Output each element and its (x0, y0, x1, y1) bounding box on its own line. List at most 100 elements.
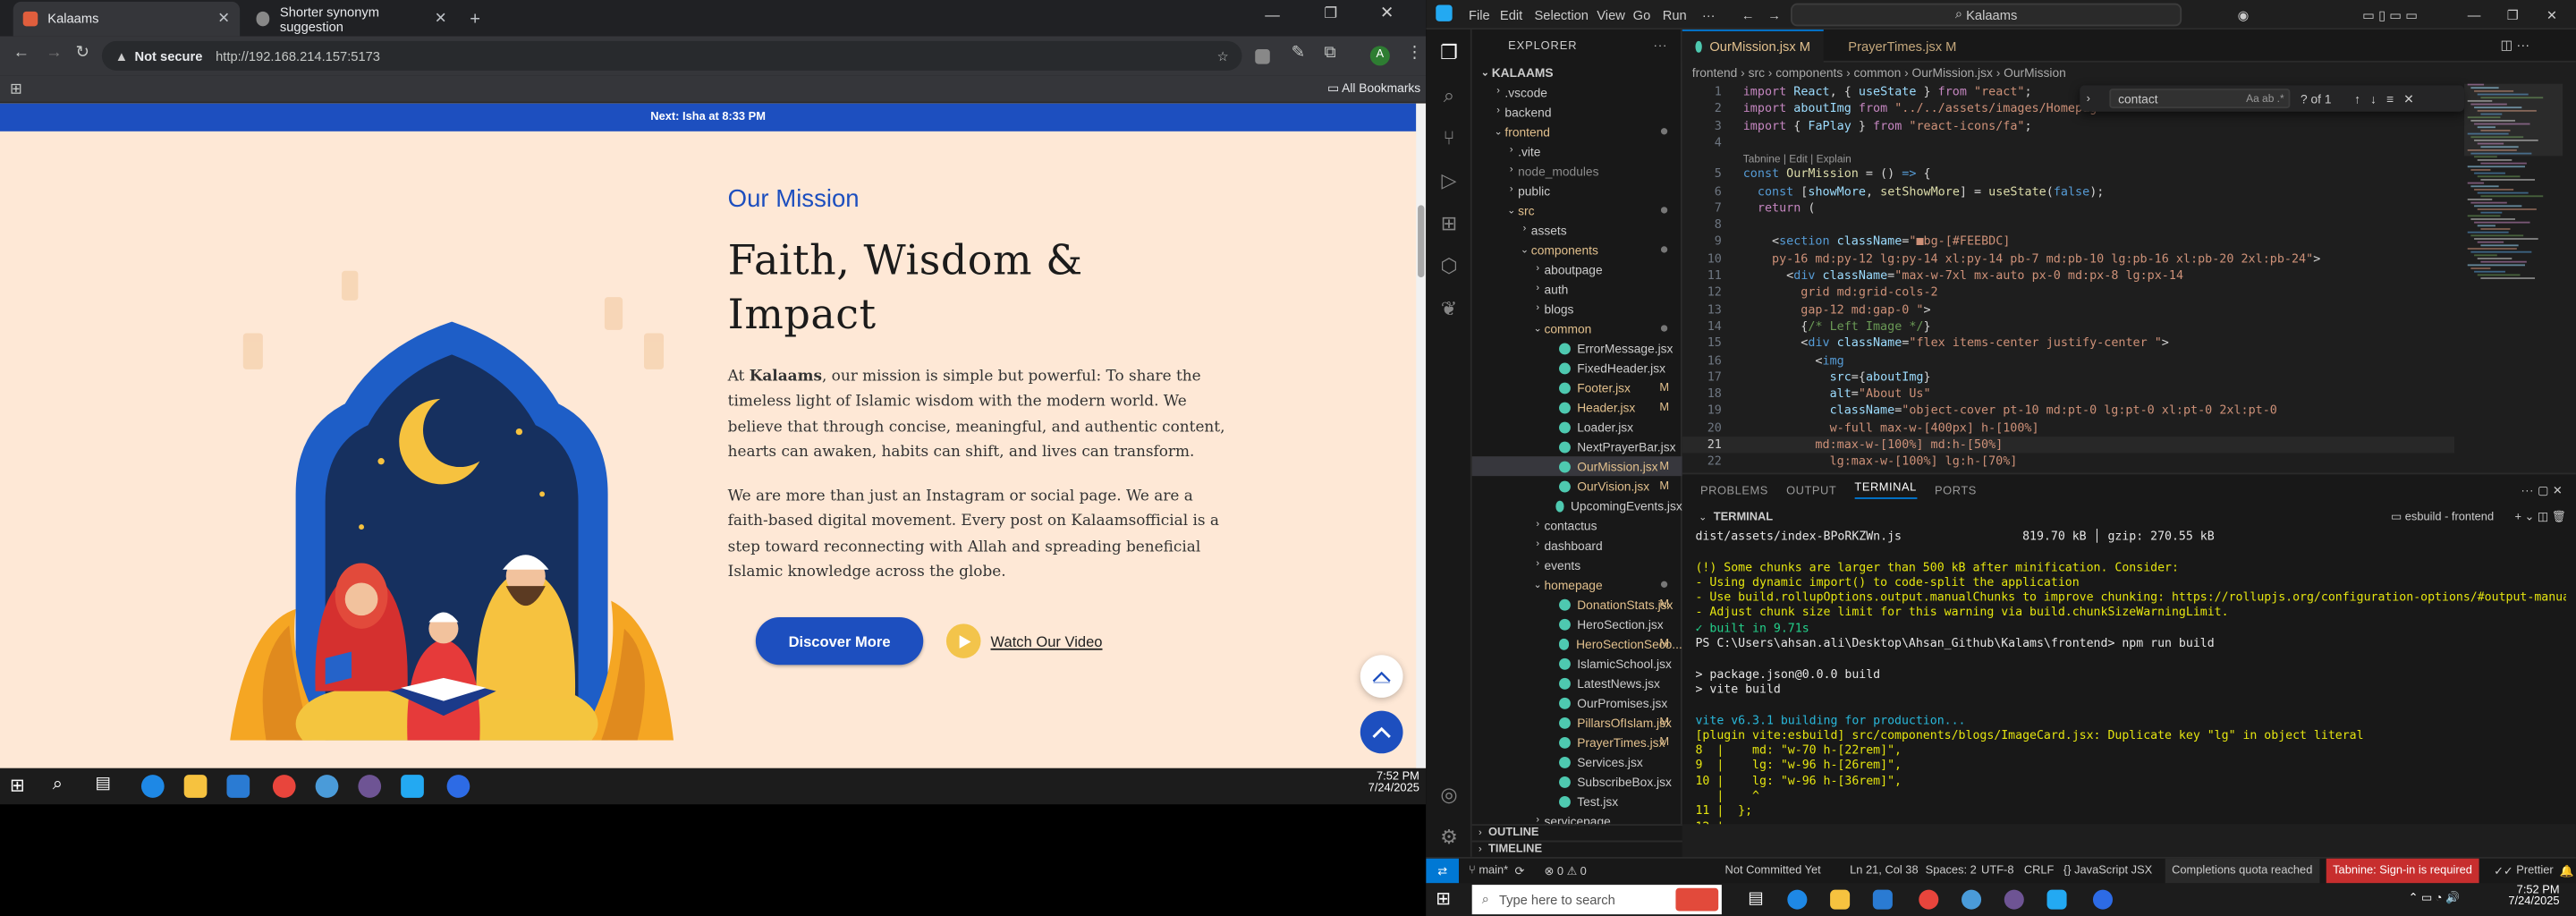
app-icon[interactable] (1962, 889, 1982, 910)
task-view-icon[interactable]: ▤ (1748, 890, 1771, 913)
windows-start-icon[interactable]: ⊞ (1436, 888, 1451, 910)
nav-forward-icon[interactable]: → (1767, 0, 1781, 30)
mongodb-leaf-icon[interactable]: ❦ (1436, 295, 1462, 321)
match-options-icon[interactable]: Aa ab .* (2246, 93, 2284, 105)
app-icon[interactable] (315, 775, 339, 798)
forward-icon[interactable]: → (46, 45, 62, 63)
profile-avatar[interactable]: A (1369, 46, 1390, 66)
tree-folder[interactable]: ⌄ frontend (1472, 122, 1682, 141)
tree-file[interactable]: OurMission.jsx M (1471, 456, 1682, 477)
notifications-bell-icon[interactable]: 🔔 (2560, 859, 2574, 884)
tree-folder[interactable]: › .vscode (1472, 82, 1682, 102)
branch-indicator[interactable]: ⑂ main* ⟳ (1469, 859, 1524, 884)
tree-file[interactable]: HeroSection.jsx (1472, 614, 1682, 633)
watch-video-link[interactable]: Watch Our Video (945, 624, 1103, 659)
window-restore-icon[interactable]: ❐ (2507, 0, 2519, 30)
tree-file[interactable]: Loader.jsx (1472, 417, 1682, 437)
cursor-position[interactable]: Ln 21, Col 38 (1850, 859, 1919, 884)
tree-file[interactable]: HeroSectionSeco... M (1472, 633, 1682, 653)
vscode-taskbar-icon[interactable] (401, 775, 424, 798)
back-icon[interactable]: ← (13, 45, 30, 63)
explorer-more-icon[interactable]: ··· (1654, 40, 1668, 52)
window-close-icon[interactable]: ✕ (1380, 5, 1394, 23)
editor-tab-active[interactable]: OurMission.jsx M (1682, 30, 1824, 63)
new-terminal-icon[interactable]: + ⌄ ◫ 🗑 (2514, 511, 2565, 524)
store-icon[interactable] (1872, 889, 1893, 910)
tree-file[interactable]: Header.jsx M (1472, 397, 1682, 417)
window-close-icon[interactable]: ✕ (2546, 0, 2557, 30)
system-tray-icons[interactable]: ⌃ ▭ ◔ 🔊 (2409, 891, 2460, 904)
terminal-instance[interactable]: ▭ esbuild - frontend (2391, 511, 2494, 524)
security-chip[interactable]: Not secure (134, 48, 202, 64)
tree-file[interactable]: SubscribeBox.jsx (1472, 771, 1682, 791)
tree-folder[interactable]: › aboutpage (1472, 259, 1682, 279)
tree-file[interactable]: PillarsOfIslam.jsx M (1472, 712, 1682, 732)
task-view-icon[interactable]: ▤ (96, 775, 119, 798)
tree-folder[interactable]: › .vite (1472, 141, 1682, 161)
store-icon[interactable] (226, 775, 250, 798)
minimap[interactable] (2464, 83, 2563, 473)
discover-more-button[interactable]: Discover More (755, 617, 924, 666)
problems-indicator[interactable]: ⊗ 0 ⚠ 0 (1544, 859, 1586, 884)
clock[interactable]: 7:52 PM 7/24/2025 (1347, 771, 1419, 794)
tree-folder[interactable]: ⌄ src (1472, 200, 1682, 220)
toggle-replace-icon[interactable]: › (2087, 93, 2090, 105)
browser-tab-active[interactable]: Kalaams ✕ (13, 1, 241, 37)
chrome-icon[interactable] (1919, 889, 1939, 910)
chrome-menu-icon[interactable]: ⋮ (1406, 45, 1422, 63)
tree-folder[interactable]: › dashboard (1472, 535, 1682, 555)
tree-folder[interactable]: ⌄ common (1472, 318, 1682, 338)
previous-match-icon[interactable]: ↑ (2354, 91, 2360, 106)
menu-view[interactable]: View (1597, 0, 1625, 30)
url-text[interactable]: http://192.168.214.157:5173 (216, 48, 380, 64)
tree-file[interactable]: NextPrayerBar.jsx (1472, 437, 1682, 456)
line-ending[interactable]: CRLF (2024, 859, 2055, 884)
tree-file[interactable]: DonationStats.jsx M (1472, 594, 1682, 614)
workspace-root[interactable]: ⌄ KALAAMS (1472, 63, 1682, 82)
close-tab-icon[interactable]: ✕ (217, 10, 230, 28)
eyedropper-icon[interactable]: ✎ (1292, 45, 1305, 63)
edge-icon[interactable] (1787, 889, 1808, 910)
tree-folder[interactable]: ⌄ components (1472, 240, 1682, 259)
tree-file[interactable]: ErrorMessage.jsx (1472, 338, 1682, 358)
tab-output[interactable]: OUTPUT (1786, 485, 1836, 496)
vscode-taskbar-icon[interactable] (2046, 889, 2067, 910)
tree-folder[interactable]: › assets (1472, 220, 1682, 240)
copilot-icon[interactable]: ◉ (2238, 0, 2250, 30)
source-control-icon[interactable]: ⑂ (1436, 124, 1462, 150)
window-restore-icon[interactable]: ❐ (1324, 5, 1337, 23)
layout-icons[interactable]: ▭ ▯ ▭ ▭ (2362, 0, 2418, 30)
zoom-icon[interactable] (446, 775, 470, 798)
tree-file[interactable]: OurVision.jsx M (1472, 476, 1682, 496)
tab-ports[interactable]: PORTS (1935, 485, 1977, 496)
file-explorer-icon[interactable] (183, 775, 208, 798)
menu-selection[interactable]: Selection (1534, 0, 1588, 30)
menu-more[interactable]: ··· (1702, 0, 1716, 30)
tree-file[interactable]: PrayerTimes.jsx M (1472, 732, 1682, 751)
extension-icon[interactable] (1255, 49, 1270, 64)
timeline-section[interactable]: › TIMELINE (1471, 840, 1682, 857)
next-match-icon[interactable]: ↓ (2370, 91, 2377, 106)
file-explorer-icon[interactable] (1830, 889, 1851, 910)
nav-back-icon[interactable]: ← (1741, 0, 1755, 30)
search-icon[interactable]: ⌕ (1436, 82, 1462, 108)
code-view[interactable]: 1 import React, { useState } from "react"… (1682, 84, 2455, 473)
back-to-top-icon[interactable] (1360, 710, 1403, 754)
explorer-files-icon[interactable]: ❐ (1436, 39, 1462, 65)
tree-file[interactable]: IslamicSchool.jsx (1472, 653, 1682, 673)
editor-tab[interactable]: PrayerTimes.jsx M (1826, 30, 1968, 63)
extensions-icon[interactable]: ⊞ (1436, 210, 1462, 236)
command-center-search[interactable]: ⌕ Kalaams (1791, 3, 2182, 27)
reload-icon[interactable]: ↻ (75, 45, 89, 63)
panel-actions-icon[interactable]: ··· ▢ ✕ (2521, 484, 2563, 497)
tree-file[interactable]: FixedHeader.jsx (1472, 358, 1682, 377)
edge-icon[interactable] (140, 775, 165, 798)
git-blame-status[interactable]: Not Committed Yet (1725, 859, 1821, 884)
tree-folder[interactable]: › blogs (1472, 299, 1682, 318)
page-scrollbar[interactable] (1416, 103, 1427, 768)
settings-gear-icon[interactable]: ⚙ (1436, 824, 1462, 850)
tree-file[interactable]: OurPromises.jsx (1472, 692, 1682, 712)
split-editor-icon[interactable]: ◫ ··· (2500, 38, 2529, 53)
apps-grid-icon[interactable]: ⊞ (10, 81, 22, 98)
search-icon[interactable]: ⌕ (53, 775, 76, 798)
